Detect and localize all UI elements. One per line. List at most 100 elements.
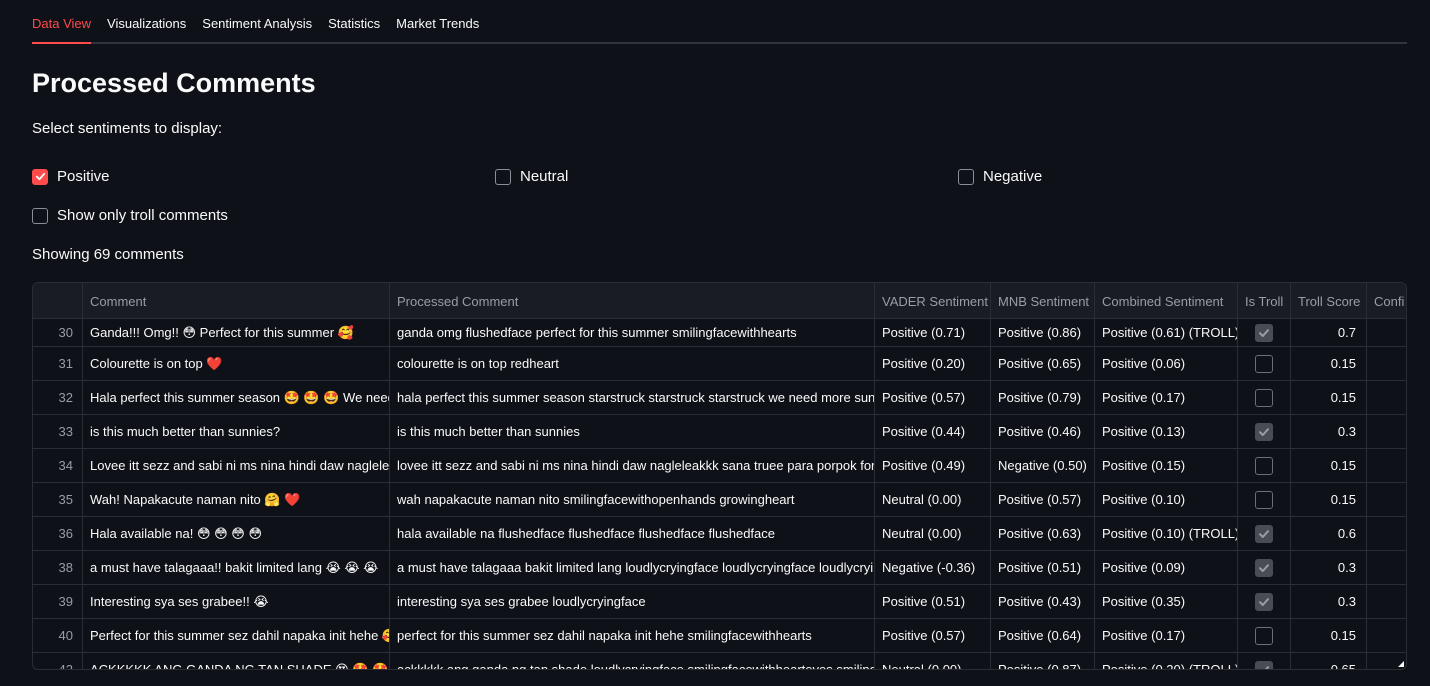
header-confidence[interactable]: Confi [1367,283,1406,319]
cell-is-troll[interactable] [1238,381,1291,414]
cell-troll-score[interactable]: 0.3 [1291,551,1367,584]
cell-comment[interactable]: Colourette is on top ❤️ [83,347,390,380]
header-mnb-sentiment[interactable]: MNB Sentiment [991,283,1095,319]
cell-vader-sentiment[interactable]: Positive (0.57) [875,619,991,652]
cell-processed-comment[interactable]: is this much better than sunnies [390,415,875,448]
cell-troll-score[interactable]: 0.3 [1291,415,1367,448]
cell-combined-sentiment[interactable]: Positive (0.20) (TROLL) [1095,653,1238,669]
cell-combined-sentiment[interactable]: Positive (0.09) [1095,551,1238,584]
cell-comment[interactable]: Interesting sya ses grabee!! 😭 [83,585,390,618]
cell-is-troll[interactable] [1238,517,1291,550]
cell-combined-sentiment[interactable]: Positive (0.06) [1095,347,1238,380]
header-processed-comment[interactable]: Processed Comment [390,283,875,319]
cell-confidence[interactable] [1367,415,1406,448]
cell-is-troll[interactable] [1238,551,1291,584]
cell-is-troll[interactable] [1238,653,1291,669]
cell-comment[interactable]: Hala available na! 😳 😳 😳 😳 [83,517,390,550]
tab-market-trends[interactable]: Market Trends [396,0,479,44]
checked-box-icon[interactable] [1254,422,1273,441]
cell-vader-sentiment[interactable]: Neutral (0.00) [875,517,991,550]
unchecked-box-icon[interactable] [1254,626,1273,645]
cell-comment[interactable]: a must have talagaaa!! bakit limited lan… [83,551,390,584]
cell-vader-sentiment[interactable]: Positive (0.71) [875,319,991,346]
cell-is-troll[interactable] [1238,585,1291,618]
table-row[interactable]: 38 a must have talagaaa!! bakit limited l… [33,551,1406,585]
cell-mnb-sentiment[interactable]: Positive (0.63) [991,517,1095,550]
negative-checkbox[interactable]: Negative [958,168,1042,185]
table-row[interactable]: 32 Hala perfect this summer season 🤩 🤩 🤩 … [33,381,1406,415]
cell-processed-comment[interactable]: lovee itt sezz and sabi ni ms nina hindi… [390,449,875,482]
cell-mnb-sentiment[interactable]: Positive (0.46) [991,415,1095,448]
cell-comment[interactable]: Wah! Napakacute naman nito 🤗 ❤️ [83,483,390,516]
cell-is-troll[interactable] [1238,347,1291,380]
cell-troll-score[interactable]: 0.3 [1291,585,1367,618]
cell-troll-score[interactable]: 0.6 [1291,517,1367,550]
table-row[interactable]: 40 Perfect for this summer sez dahil napa… [33,619,1406,653]
header-comment[interactable]: Comment [83,283,390,319]
cell-troll-score[interactable]: 0.15 [1291,619,1367,652]
checked-box-icon[interactable] [1254,524,1273,543]
cell-mnb-sentiment[interactable]: Negative (0.50) [991,449,1095,482]
cell-confidence[interactable] [1367,653,1406,669]
cell-confidence[interactable] [1367,585,1406,618]
cell-vader-sentiment[interactable]: Negative (-0.36) [875,551,991,584]
cell-vader-sentiment[interactable]: Neutral (0.00) [875,483,991,516]
cell-confidence[interactable] [1367,483,1406,516]
cell-troll-score[interactable]: 0.15 [1291,449,1367,482]
cell-combined-sentiment[interactable]: Positive (0.17) [1095,619,1238,652]
checked-box-icon[interactable] [1254,323,1273,342]
cell-processed-comment[interactable]: a must have talagaaa bakit limited lang … [390,551,875,584]
cell-troll-score[interactable]: 0.7 [1291,319,1367,346]
cell-processed-comment[interactable]: ganda omg flushedface perfect for this s… [390,319,875,346]
cell-is-troll[interactable] [1238,319,1291,346]
positive-checkbox[interactable]: Positive [32,168,110,185]
cell-vader-sentiment[interactable]: Positive (0.51) [875,585,991,618]
cell-combined-sentiment[interactable]: Positive (0.13) [1095,415,1238,448]
cell-mnb-sentiment[interactable]: Positive (0.87) [991,653,1095,669]
cell-confidence[interactable] [1367,381,1406,414]
cell-confidence[interactable] [1367,449,1406,482]
cell-processed-comment[interactable]: perfect for this summer sez dahil napaka… [390,619,875,652]
cell-processed-comment[interactable]: colourette is on top redheart [390,347,875,380]
table-row[interactable]: 31 Colourette is on top ❤️ colourette is o… [33,347,1406,381]
unchecked-box-icon[interactable] [1254,354,1273,373]
cell-comment[interactable]: ACKKKKK ANG GANDA NG TAN SHADE 😍 🤩 🤩 [83,653,390,669]
cell-is-troll[interactable] [1238,415,1291,448]
cell-vader-sentiment[interactable]: Positive (0.57) [875,381,991,414]
header-is-troll[interactable]: Is Troll [1238,283,1291,319]
cell-comment[interactable]: Lovee itt sezz and sabi ni ms nina hindi… [83,449,390,482]
header-combined-sentiment[interactable]: Combined Sentiment [1095,283,1238,319]
tab-statistics[interactable]: Statistics [328,0,380,44]
cell-combined-sentiment[interactable]: Positive (0.15) [1095,449,1238,482]
cell-is-troll[interactable] [1238,619,1291,652]
checked-box-icon[interactable] [1254,592,1273,611]
cell-processed-comment[interactable]: interesting sya ses grabee loudlycryingf… [390,585,875,618]
header-index[interactable] [33,283,83,319]
cell-comment[interactable]: Perfect for this summer sez dahil napaka… [83,619,390,652]
cell-combined-sentiment[interactable]: Positive (0.61) (TROLL) [1095,319,1238,346]
table-row[interactable]: 30 Ganda!!! Omg!! 😳 Perfect for this summ… [33,319,1406,347]
cell-comment[interactable]: Ganda!!! Omg!! 😳 Perfect for this summer… [83,319,390,346]
cell-processed-comment[interactable]: wah napakacute naman nito smilingfacewit… [390,483,875,516]
cell-confidence[interactable] [1367,319,1406,346]
cell-combined-sentiment[interactable]: Positive (0.17) [1095,381,1238,414]
checked-box-icon[interactable] [1254,660,1273,669]
cell-mnb-sentiment[interactable]: Positive (0.43) [991,585,1095,618]
neutral-checkbox[interactable]: Neutral [495,168,568,185]
cell-confidence[interactable] [1367,551,1406,584]
tab-data-view[interactable]: Data View [32,0,92,44]
cell-processed-comment[interactable]: ackkkkk ang ganda ng tan shade loudlycry… [390,653,875,669]
cell-vader-sentiment[interactable]: Neutral (0.00) [875,653,991,669]
unchecked-box-icon[interactable] [1254,456,1273,475]
cell-mnb-sentiment[interactable]: Positive (0.79) [991,381,1095,414]
checked-box-icon[interactable] [1254,558,1273,577]
cell-mnb-sentiment[interactable]: Positive (0.51) [991,551,1095,584]
header-troll-score[interactable]: Troll Score [1291,283,1367,319]
cell-comment[interactable]: Hala perfect this summer season 🤩 🤩 🤩 We… [83,381,390,414]
unchecked-box-icon[interactable] [1254,388,1273,407]
cell-combined-sentiment[interactable]: Positive (0.35) [1095,585,1238,618]
cell-vader-sentiment[interactable]: Positive (0.20) [875,347,991,380]
cell-troll-score[interactable]: 0.15 [1291,483,1367,516]
cell-comment[interactable]: is this much better than sunnies? [83,415,390,448]
comments-table[interactable]: Comment Processed Comment VADER Sentimen… [32,282,1407,670]
